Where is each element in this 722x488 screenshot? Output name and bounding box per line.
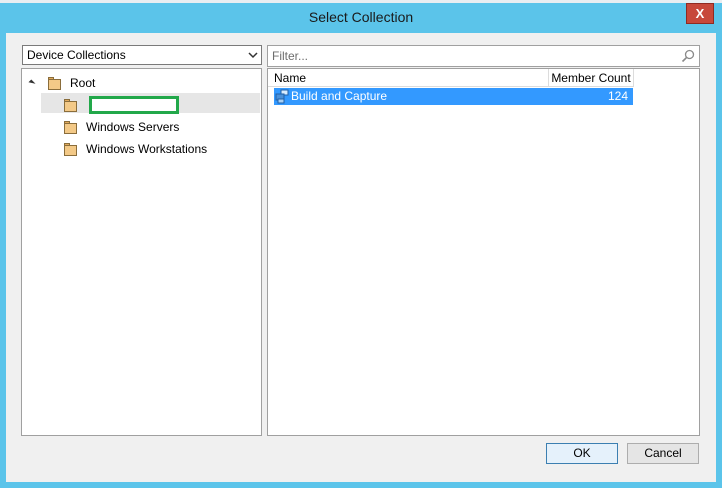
close-icon: X xyxy=(695,6,705,21)
search-icon[interactable] xyxy=(681,49,695,63)
folder-icon xyxy=(64,143,78,156)
chevron-down-icon xyxy=(248,52,258,59)
tree-item-label: Root xyxy=(70,76,96,90)
ok-button[interactable]: OK xyxy=(546,443,618,464)
collection-type-dropdown[interactable]: Device Collections xyxy=(22,45,262,65)
folder-icon xyxy=(64,121,78,134)
dialog-title: Select Collection xyxy=(308,9,414,25)
row-name: Build and Capture xyxy=(291,89,388,103)
column-header-member-count[interactable]: Member Count xyxy=(549,69,634,87)
redaction-box xyxy=(89,96,179,114)
folder-icon xyxy=(48,77,62,90)
dialog-body: Device Collections Root Windows Servers … xyxy=(6,33,716,482)
column-header-name[interactable]: Name xyxy=(268,69,549,87)
filter-input[interactable] xyxy=(270,47,674,65)
row-member-count: 124 xyxy=(607,89,628,103)
tree-item-label: Windows Workstations xyxy=(86,142,208,156)
collection-icon xyxy=(275,89,289,104)
folder-icon xyxy=(64,99,78,112)
cancel-button[interactable]: Cancel xyxy=(627,443,699,464)
close-button[interactable]: X xyxy=(686,3,714,24)
list-row-build-and-capture[interactable]: Build and Capture 124 xyxy=(274,88,633,105)
collection-list[interactable]: Name Member Count Build and Capture 124 xyxy=(267,68,700,436)
select-collection-dialog: Select Collection X Device Collections R… xyxy=(0,0,722,488)
collapse-arrow-icon[interactable] xyxy=(28,79,36,87)
title-bar[interactable]: Select Collection X xyxy=(0,3,722,33)
tree-item-label: Windows Servers xyxy=(86,120,180,134)
collection-tree[interactable]: Root Windows Servers Windows Workstation… xyxy=(21,68,262,436)
collection-type-value: Device Collections xyxy=(27,48,126,62)
filter-box xyxy=(267,45,700,67)
